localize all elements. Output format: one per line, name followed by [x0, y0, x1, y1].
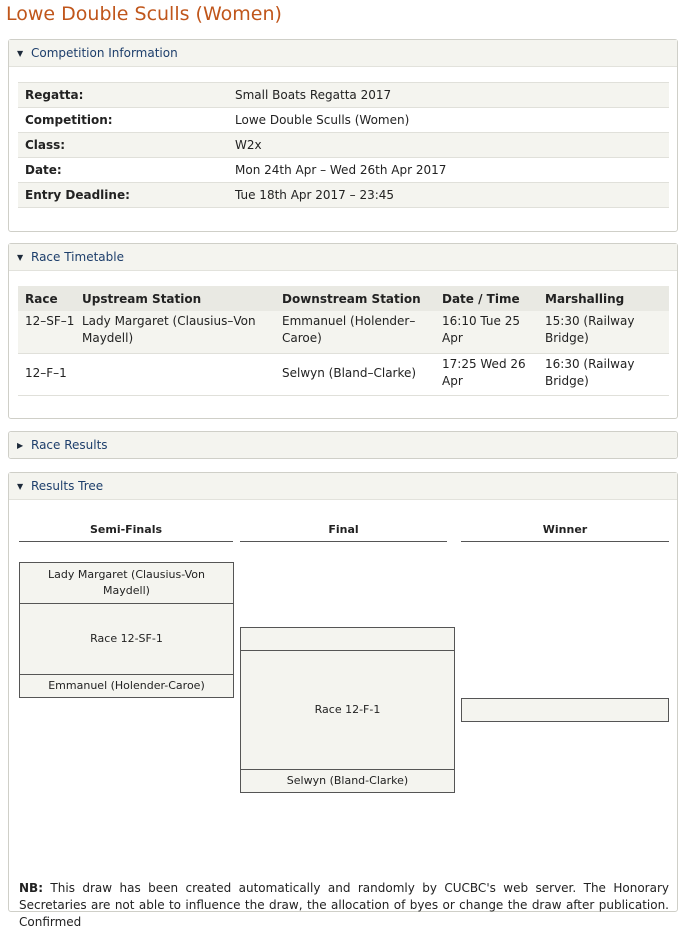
expanded-triangle-icon: ▼: [17, 482, 24, 491]
marshalling-cell: 16:30 (Railway Bridge): [538, 353, 669, 396]
info-value: Small Boats Regatta 2017: [228, 82, 669, 108]
race-timetable-title: Race Timetable: [31, 250, 124, 264]
expanded-triangle-icon: ▼: [17, 49, 24, 58]
draw-note-text: This draw has been created automatically…: [19, 881, 669, 929]
upstream-cell: Lady Margaret (Clausius–Von Maydell): [75, 311, 275, 354]
datetime-cell: 17:25 Wed 26 Apr: [435, 353, 538, 396]
final-bottom-crew: Selwyn (Bland-Clarke): [240, 769, 455, 793]
col-header-downstream: Downstream Station: [275, 286, 435, 311]
draw-note-label: NB:: [19, 881, 43, 895]
results-tree-title: Results Tree: [31, 479, 104, 493]
race-results-title: Race Results: [31, 438, 108, 452]
upstream-cell: [75, 353, 275, 396]
info-row-class: Class: W2x: [18, 132, 669, 158]
table-row: 12–F–1 Selwyn (Bland–Clarke) 17:25 Wed 2…: [18, 353, 669, 396]
race-timetable-table: Race Upstream Station Downstream Station…: [18, 286, 669, 396]
winner-slot: [461, 698, 669, 722]
marshalling-cell: 15:30 (Railway Bridge): [538, 311, 669, 354]
final-top-crew: [240, 627, 455, 651]
results-tree-header[interactable]: ▼ Results Tree: [9, 473, 677, 500]
race-timetable-header[interactable]: ▼ Race Timetable: [9, 244, 677, 271]
race-cell: 12–SF–1: [18, 311, 75, 354]
table-row: 12–SF–1 Lady Margaret (Clausius–Von Mayd…: [18, 311, 669, 354]
race-results-panel: ▶ Race Results: [8, 431, 678, 459]
competition-info-table: Regatta: Small Boats Regatta 2017 Compet…: [18, 82, 669, 208]
semi-final-bottom-crew: Emmanuel (Holender-Caroe): [19, 674, 234, 698]
info-value: Tue 18th Apr 2017 – 23:45: [228, 182, 669, 208]
info-value: Mon 24th Apr – Wed 26th Apr 2017: [228, 157, 669, 183]
info-value: Lowe Double Sculls (Women): [228, 107, 669, 133]
round-header-semi-finals: Semi-Finals: [19, 520, 233, 542]
timetable-header-row: Race Upstream Station Downstream Station…: [18, 286, 669, 311]
info-label: Date:: [18, 157, 228, 183]
semi-final-race: Race 12-SF-1: [19, 604, 234, 674]
competition-info-title: Competition Information: [31, 46, 178, 60]
final-race: Race 12-F-1: [240, 651, 455, 769]
competition-info-header[interactable]: ▼ Competition Information: [9, 40, 677, 67]
competition-info-panel: ▼ Competition Information Regatta: Small …: [8, 39, 678, 232]
info-value: W2x: [228, 132, 669, 158]
draw-note: NB: This draw has been created automatic…: [19, 880, 669, 931]
expanded-triangle-icon: ▼: [17, 253, 24, 262]
info-row-date: Date: Mon 24th Apr – Wed 26th Apr 2017: [18, 157, 669, 183]
info-label: Regatta:: [18, 82, 228, 108]
info-row-competition: Competition: Lowe Double Sculls (Women): [18, 107, 669, 133]
downstream-cell: Selwyn (Bland–Clarke): [275, 353, 435, 396]
info-label: Entry Deadline:: [18, 182, 228, 208]
downstream-cell: Emmanuel (Holender–Caroe): [275, 311, 435, 354]
info-row-regatta: Regatta: Small Boats Regatta 2017: [18, 82, 669, 108]
results-tree-panel: ▼ Results Tree Semi-Finals Final Winner L…: [8, 472, 678, 929]
results-tree: Semi-Finals Final Winner Lady Margaret (…: [9, 500, 677, 940]
round-header-winner: Winner: [461, 520, 669, 542]
semi-final-top-crew: Lady Margaret (Clausius-Von Maydell): [19, 562, 234, 604]
info-label: Competition:: [18, 107, 228, 133]
collapsed-triangle-icon: ▶: [17, 441, 24, 450]
col-header-race: Race: [18, 286, 75, 311]
race-timetable-panel: ▼ Race Timetable Race Upstream Station Do…: [8, 243, 678, 419]
col-header-marshalling: Marshalling: [538, 286, 669, 311]
info-label: Class:: [18, 132, 228, 158]
page-title: Lowe Double Sculls (Women): [6, 3, 282, 25]
datetime-cell: 16:10 Tue 25 Apr: [435, 311, 538, 354]
race-results-header[interactable]: ▶ Race Results: [9, 432, 677, 458]
round-header-final: Final: [240, 520, 447, 542]
race-cell: 12–F–1: [18, 353, 75, 396]
col-header-upstream: Upstream Station: [75, 286, 275, 311]
info-row-entry-deadline: Entry Deadline: Tue 18th Apr 2017 – 23:4…: [18, 182, 669, 208]
col-header-datetime: Date / Time: [435, 286, 538, 311]
